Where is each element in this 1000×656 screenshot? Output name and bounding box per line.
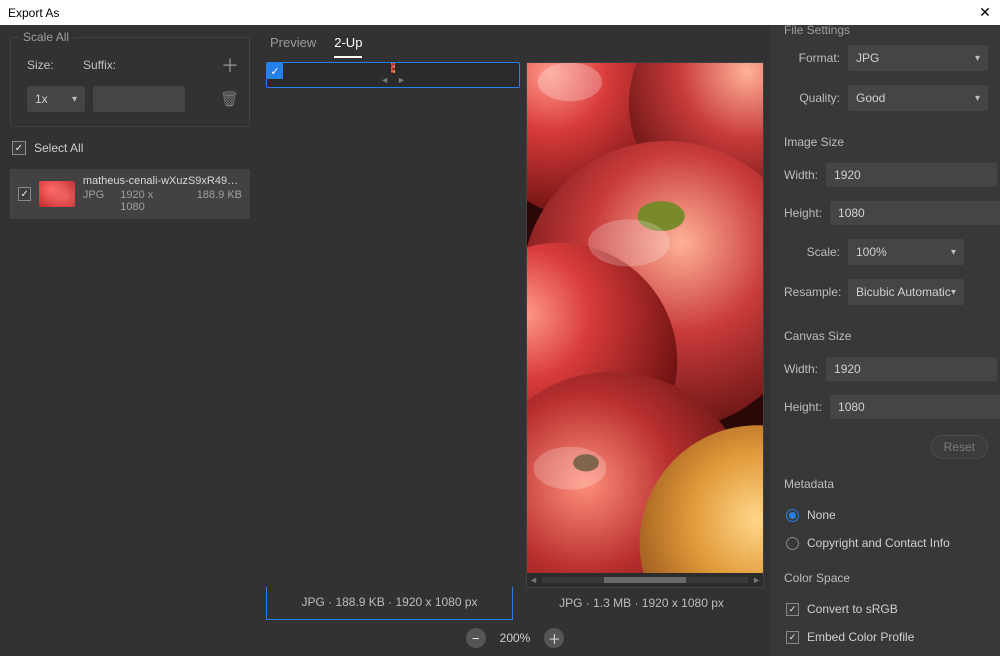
resample-value: Bicubic Automatic (856, 285, 951, 299)
metadata-title: Metadata (784, 477, 988, 491)
add-scale-icon[interactable]: ＋ (221, 52, 239, 78)
asset-checkbox[interactable] (18, 187, 31, 201)
asset-row[interactable]: matheus-cenali-wXuzS9xR49M-uns JPG 1920 … (10, 169, 250, 219)
titlebar: Export As ✕ (0, 0, 1000, 25)
center-panel: Preview 2-Up ✓ (260, 25, 770, 656)
metadata-copyright-radio[interactable] (786, 537, 799, 550)
image-size-title: Image Size (784, 135, 988, 149)
asset-name: matheus-cenali-wXuzS9xR49M-uns (83, 175, 242, 187)
resample-select[interactable]: Bicubic Automatic ▾ (848, 279, 964, 305)
canvas-height-label: Height: (784, 400, 822, 414)
check-icon: ✓ (267, 63, 283, 79)
size-select[interactable]: 1x ▾ (27, 86, 85, 112)
format-label: Format: (784, 51, 840, 65)
left-panel: Scale All Size: Suffix: ＋ 1x ▾ 🗑 Select … (0, 25, 260, 656)
canvas-size-title: Canvas Size (784, 329, 988, 343)
canvas-width-input[interactable] (826, 357, 997, 381)
embed-profile-checkbox[interactable] (786, 631, 799, 644)
size-label: Size: (27, 58, 83, 72)
chevron-down-icon: ▾ (72, 94, 77, 105)
zoom-out-button[interactable]: − (466, 628, 486, 648)
select-all-checkbox[interactable] (12, 141, 26, 155)
suffix-input[interactable] (93, 86, 185, 112)
scale-all-section: Scale All Size: Suffix: ＋ 1x ▾ 🗑 (10, 37, 250, 127)
format-value: JPG (856, 51, 879, 65)
metadata-copyright-label: Copyright and Contact Info (807, 536, 950, 550)
file-settings-title: File Settings (784, 25, 988, 37)
scroll-track[interactable] (542, 577, 748, 583)
chevron-down-icon: ▾ (975, 93, 980, 104)
quality-label: Quality: (784, 91, 840, 105)
chevron-down-icon: ▾ (951, 247, 956, 258)
scale-label: Scale: (784, 245, 840, 259)
tab-2up[interactable]: 2-Up (334, 35, 362, 58)
reset-button[interactable]: Reset (931, 435, 988, 459)
zoom-in-button[interactable]: ＋ (544, 628, 564, 648)
image-width-input[interactable] (826, 163, 997, 187)
tab-preview[interactable]: Preview (270, 35, 316, 58)
preview-right-image (527, 63, 763, 573)
scroll-left-icon[interactable]: ◄ (529, 575, 538, 585)
resample-label: Resample: (784, 285, 840, 299)
window-title: Export As (8, 6, 59, 20)
asset-size: 188.9 KB (197, 189, 242, 213)
srgb-label: Convert to sRGB (807, 602, 898, 616)
quality-value: Good (856, 91, 885, 105)
zoom-level: 200% (500, 631, 531, 645)
quality-select[interactable]: Good ▾ (848, 85, 988, 111)
preview-left-image (391, 63, 395, 73)
asset-format: JPG (83, 189, 104, 213)
preview-left-caption: JPG · 188.9 KB · 1920 x 1080 px (267, 587, 512, 619)
metadata-none-label: None (807, 508, 836, 522)
embed-profile-label: Embed Color Profile (807, 630, 914, 644)
format-select[interactable]: JPG ▾ (848, 45, 988, 71)
color-space-title: Color Space (784, 571, 988, 585)
asset-thumbnail (39, 181, 75, 207)
image-width-label: Width: (784, 168, 818, 182)
suffix-label: Suffix: (83, 58, 116, 72)
preview-left-hscroll[interactable]: ◄ ► (378, 73, 408, 87)
image-height-label: Height: (784, 206, 822, 220)
close-icon[interactable]: ✕ (976, 4, 994, 21)
scroll-right-icon[interactable]: ► (397, 75, 406, 85)
scale-all-label: Scale All (19, 30, 73, 44)
size-select-value: 1x (35, 92, 48, 106)
srgb-checkbox[interactable] (786, 603, 799, 616)
preview-right-caption: JPG · 1.3 MB · 1920 x 1080 px (519, 588, 764, 620)
trash-icon[interactable]: 🗑 (220, 90, 239, 108)
preview-right-hscroll[interactable]: ◄ ► (527, 573, 763, 587)
scale-select[interactable]: 100% ▾ (848, 239, 964, 265)
scroll-left-icon[interactable]: ◄ (380, 75, 389, 85)
right-panel: File Settings Format: JPG ▾ Quality: Goo… (770, 25, 1000, 656)
preview-left[interactable]: ✓ (266, 62, 520, 88)
chevron-down-icon: ▾ (975, 53, 980, 64)
scroll-right-icon[interactable]: ► (752, 575, 761, 585)
preview-right[interactable]: ◄ ► (526, 62, 764, 588)
scale-value: 100% (856, 245, 887, 259)
select-all-label: Select All (34, 141, 83, 155)
image-height-input[interactable] (830, 201, 1000, 225)
scroll-thumb[interactable] (604, 577, 686, 583)
canvas-height-input[interactable] (830, 395, 1000, 419)
zoom-controls: − 200% ＋ (260, 622, 770, 656)
asset-dimensions: 1920 x 1080 (120, 189, 181, 213)
canvas-width-label: Width: (784, 362, 818, 376)
metadata-none-radio[interactable] (786, 509, 799, 522)
chevron-down-icon: ▾ (951, 287, 956, 298)
